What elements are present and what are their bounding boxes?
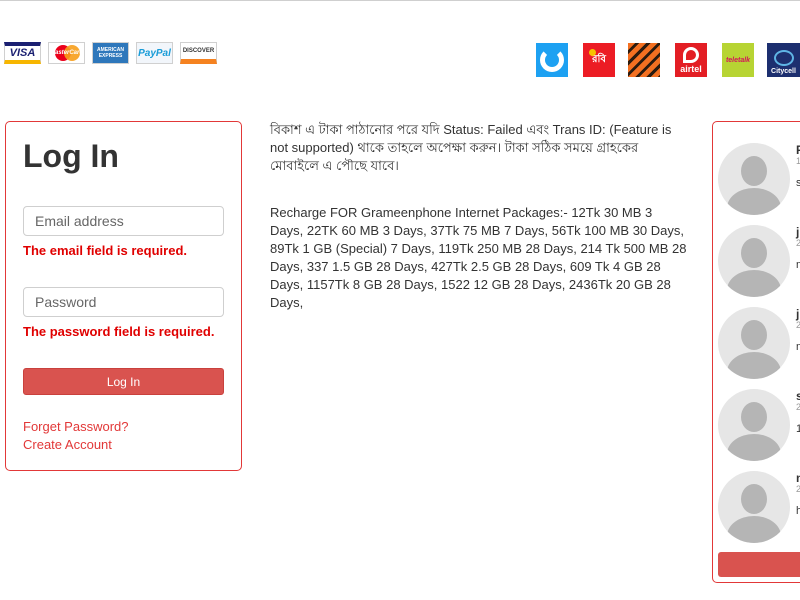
login-title: Log In	[23, 138, 119, 174]
email-error: The email field is required.	[23, 243, 187, 258]
avatar	[718, 471, 790, 543]
visa-label: VISA	[9, 47, 36, 59]
avatar	[718, 143, 790, 215]
mastercard-logo: MasterCard	[48, 42, 85, 64]
view-more-button[interactable]	[718, 552, 800, 577]
user-name: s	[796, 389, 800, 403]
top-divider	[0, 0, 800, 1]
citycell-logo[interactable]: Citycell	[767, 43, 800, 77]
amex-logo: AMERICAN EXPRESS	[92, 42, 129, 64]
password-field[interactable]	[23, 287, 224, 317]
user-meta: 2	[796, 402, 800, 412]
info-section: বিকাশ এ টাকা পাঠানোর পরে যদি Status: Fai…	[270, 121, 688, 312]
avatar	[718, 307, 790, 379]
paypal-logo: PayPal	[136, 42, 173, 64]
citycell-label: Citycell	[771, 68, 796, 75]
user-name: j	[796, 225, 800, 239]
discover-label: DISCOVER	[182, 48, 215, 54]
banglalink-logo[interactable]	[628, 43, 660, 77]
package-list: Recharge FOR Grameenphone Internet Packa…	[270, 205, 687, 310]
grameenphone-logo[interactable]	[536, 43, 568, 77]
mastercard-label: MasterCard	[49, 50, 83, 56]
discover-logo: DISCOVER	[180, 42, 217, 64]
email-field[interactable]	[23, 206, 224, 236]
paypal-label: PayPal	[138, 47, 171, 59]
bkash-notice: বিকাশ এ টাকা পাঠানোর পরে যদি Status: Fai…	[270, 122, 672, 173]
user-meta: 2	[796, 320, 800, 330]
create-account-link[interactable]: Create Account	[23, 437, 112, 452]
user-text: m	[796, 341, 800, 353]
user-text: s	[796, 177, 800, 189]
avatar	[718, 225, 790, 297]
user-text: m	[796, 259, 800, 271]
user-meta: 2	[796, 484, 800, 494]
user-text: 1	[796, 423, 800, 435]
login-button[interactable]: Log In	[23, 368, 224, 395]
teletalk-logo[interactable]: teletalk	[722, 43, 754, 77]
user-name: j	[796, 307, 800, 321]
user-meta: 1	[796, 156, 800, 166]
user-name: F	[796, 143, 800, 157]
avatar	[718, 389, 790, 461]
airtel-logo[interactable]: airtel	[675, 43, 707, 77]
user-name: n	[796, 471, 800, 485]
teletalk-label: teletalk	[725, 56, 751, 64]
amex-label: AMERICAN EXPRESS	[97, 47, 124, 59]
login-panel: Log In The email field is required. The …	[5, 121, 242, 471]
user-meta: 2	[796, 238, 800, 248]
airtel-label: airtel	[680, 63, 702, 74]
visa-logo: VISA	[4, 42, 41, 64]
robi-logo[interactable]: রবি	[583, 43, 615, 77]
recent-users-panel: F 1 s j 2 m j 2 m s 2 1 n 2 h	[712, 121, 800, 583]
user-text: h	[796, 505, 800, 517]
password-error: The password field is required.	[23, 324, 215, 339]
forgot-password-link[interactable]: Forget Password?	[23, 419, 129, 434]
